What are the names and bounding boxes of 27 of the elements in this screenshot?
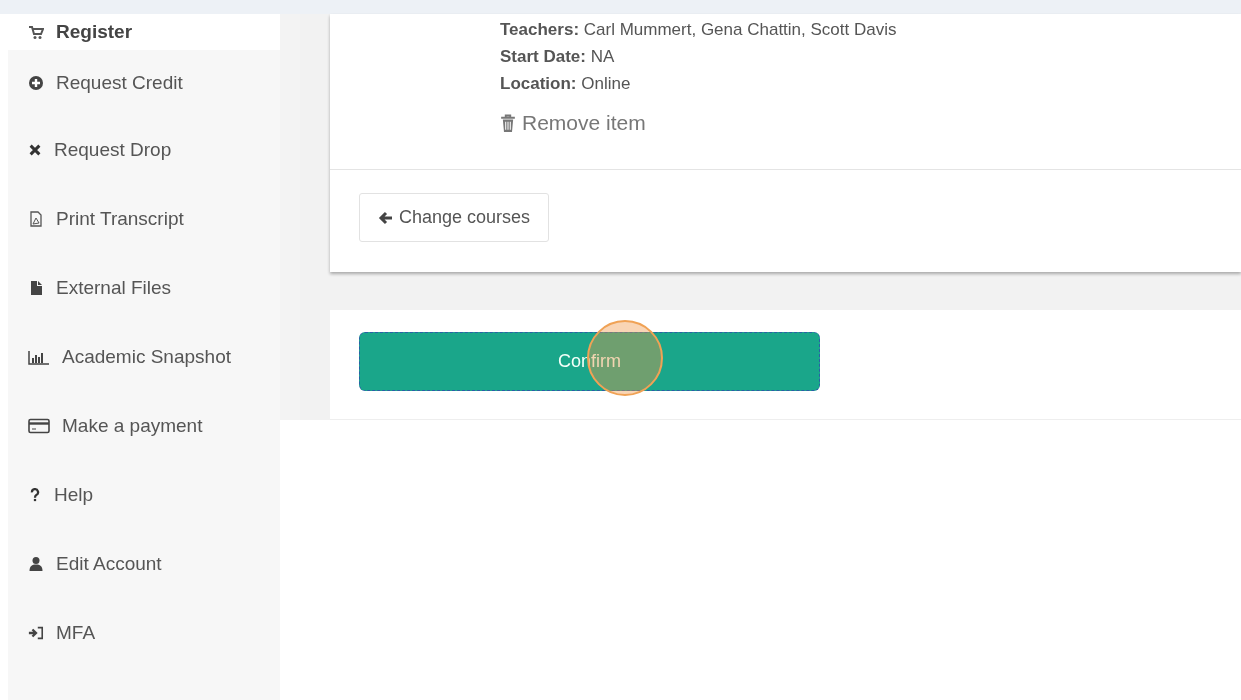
pdf-file-icon [28, 210, 44, 227]
course-detail: Start Date: NA [500, 46, 616, 68]
cart-icon [28, 24, 44, 40]
arrow-left-icon [378, 209, 394, 226]
sidebar-item[interactable]: Help [8, 460, 280, 529]
sign-in-icon [28, 624, 44, 641]
question-icon [28, 487, 42, 502]
sidebar-item[interactable]: Academic Snapshot [8, 322, 280, 391]
course-detail: Teachers: Carl Mummert, Gena Chattin, Scott Davis [500, 19, 898, 41]
close-icon [28, 142, 42, 157]
trash-icon [500, 113, 516, 133]
course-detail: Location: Online [500, 73, 632, 95]
remove-item-link[interactable]: Remove item [500, 111, 646, 135]
bar-chart-icon [28, 348, 50, 365]
credit-card-icon [28, 417, 50, 434]
sidebar-item[interactable]: Edit Account [8, 529, 280, 598]
sidebar-item[interactable]: External Files [8, 253, 280, 322]
sidebar-item[interactable]: Print Transcript [8, 184, 280, 253]
sidebar-item[interactable]: Make a payment [8, 391, 280, 460]
user-icon [28, 555, 44, 572]
sidebar-item[interactable]: Request Credit [8, 50, 280, 115]
sidebar-item[interactable]: MFA [8, 598, 280, 667]
change-courses-button[interactable]: Change courses [359, 193, 550, 242]
plus-circle-icon [28, 74, 44, 91]
file-icon [28, 279, 44, 296]
sidebar-item[interactable]: Register [8, 14, 280, 50]
sidebar-item[interactable]: Request Drop [8, 115, 280, 184]
